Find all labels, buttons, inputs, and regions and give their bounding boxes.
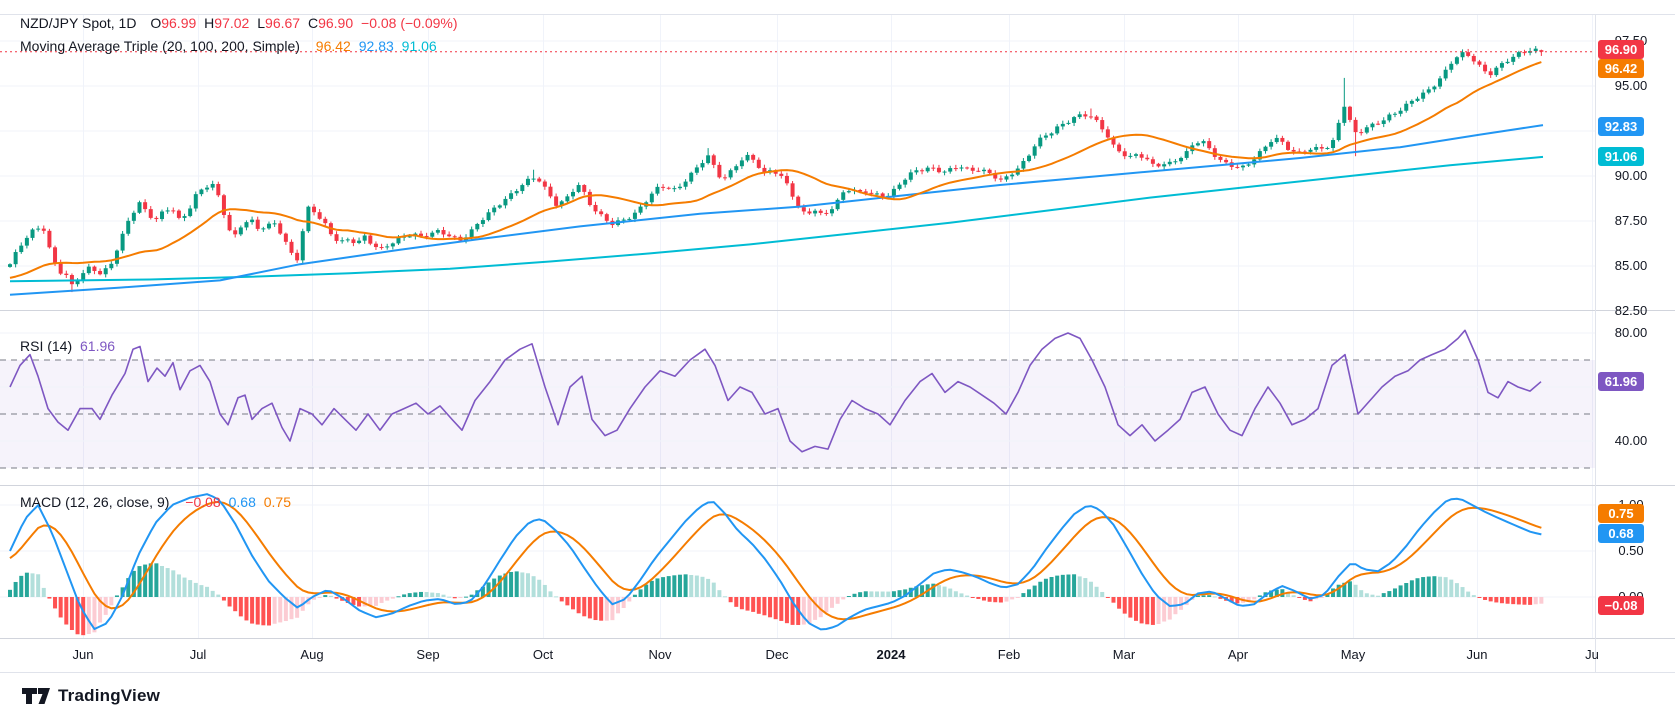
close-value: 96.90 [318,15,353,31]
time-axis-label[interactable]: 2024 [863,646,919,664]
change-value: −0.08 (−0.09%) [361,15,458,31]
symbol-title: NZD/JPY Spot, 1D [20,15,136,31]
time-axis-label[interactable]: Sep [400,646,456,664]
tradingview-chart-app: NZD/JPY Spot, 1D O96.99 H97.02 L96.67 C9… [0,0,1675,718]
time-axis-label[interactable]: Apr [1210,646,1266,664]
time-axis-label[interactable]: Jun [1449,646,1505,664]
time-axis-label[interactable]: Jun [55,646,111,664]
rsi-axis-label: 80.00 [1598,324,1664,342]
ma-indicator-title: Moving Average Triple (20, 100, 200, Sim… [20,38,300,54]
macd-indicator-header[interactable]: MACD (12, 26, close, 9) −0.08 0.68 0.75 [20,494,295,510]
time-axis-label[interactable]: Nov [632,646,688,664]
brand-name: TradingView [58,686,160,706]
macd-badge: 0.68 [1598,524,1644,543]
high-value: 97.02 [214,15,249,31]
ma20-value: 96.42 [316,38,351,54]
low-value: 96.67 [265,15,300,31]
close-label: C [308,15,318,31]
price-badge: 96.42 [1598,59,1644,78]
price-axis-label: 87.50 [1598,212,1664,230]
rsi-indicator-header[interactable]: RSI (14) 61.96 [20,338,119,354]
macd-title: MACD (12, 26, close, 9) [20,494,169,510]
footer: TradingView [0,673,1675,718]
rsi-value: 61.96 [80,338,115,354]
rsi-badge: 61.96 [1598,372,1644,391]
ma200-value: 91.06 [402,38,437,54]
price-axis-label: 82.50 [1598,302,1664,320]
time-axis-label[interactable]: Aug [284,646,340,664]
time-axis-label[interactable]: Mar [1096,646,1152,664]
price-badge: 96.90 [1598,40,1644,59]
macd-line-value: 0.68 [229,494,256,510]
high-label: H [204,15,214,31]
time-axis-label[interactable]: Oct [515,646,571,664]
macd-badge: 0.75 [1598,504,1644,523]
macd-badge: −0.08 [1598,596,1644,615]
open-value: 96.99 [161,15,196,31]
price-axis-label: 90.00 [1598,167,1664,185]
open-label: O [150,15,161,31]
macd-axis-label: 0.50 [1598,542,1664,560]
time-axis-label[interactable]: Jul [170,646,226,664]
chart-canvas[interactable] [0,0,1675,718]
macd-signal-value: 0.75 [264,494,291,510]
time-axis-label[interactable]: May [1325,646,1381,664]
time-axis-label[interactable]: Dec [749,646,805,664]
price-axis-label: 85.00 [1598,257,1664,275]
time-axis-label[interactable]: Ju [1564,646,1620,664]
ma-indicator-header[interactable]: Moving Average Triple (20, 100, 200, Sim… [20,38,441,54]
price-badge: 91.06 [1598,147,1644,166]
macd-hist-value: −0.08 [185,494,220,510]
price-axis-label: 95.00 [1598,77,1664,95]
symbol-header[interactable]: NZD/JPY Spot, 1D O96.99 H97.02 L96.67 C9… [20,15,462,31]
rsi-title: RSI (14) [20,338,72,354]
time-axis-label[interactable]: Feb [981,646,1037,664]
tradingview-logo-icon[interactable] [22,684,50,708]
rsi-axis-label: 40.00 [1598,432,1664,450]
low-label: L [257,15,265,31]
price-badge: 92.83 [1598,117,1644,136]
ma100-value: 92.83 [359,38,394,54]
